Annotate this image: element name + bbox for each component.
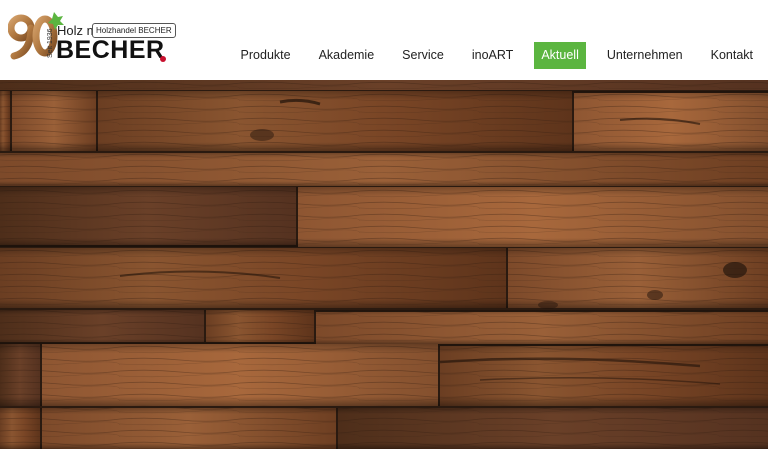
nav-item-unternehmen[interactable]: Unternehmen <box>600 42 690 69</box>
nav-item-inoart[interactable]: inoART <box>465 42 520 69</box>
logo-brand-name: BECHER <box>56 36 165 64</box>
page: Seit 1936 Holz m Holzhandel BECHER BECHE… <box>0 0 768 449</box>
nav-item-produkte[interactable]: Produkte <box>234 42 298 69</box>
nav-item-aktuell[interactable]: Aktuell <box>534 42 586 69</box>
nav-item-kontakt[interactable]: Kontakt <box>704 42 760 69</box>
nav-item-service[interactable]: Service <box>395 42 451 69</box>
main-navigation: Produkte Akademie Service inoART Aktuell… <box>220 42 760 69</box>
brand-logo[interactable]: Seit 1936 Holz m Holzhandel BECHER BECHE… <box>8 8 176 64</box>
logo-red-dot <box>160 56 166 62</box>
logo-since-text: Seit 1936 <box>47 28 54 58</box>
site-header: Seit 1936 Holz m Holzhandel BECHER BECHE… <box>0 0 768 80</box>
hero-wood-image <box>0 80 768 449</box>
nav-item-akademie[interactable]: Akademie <box>312 42 382 69</box>
wood-wall-graphic <box>0 80 768 449</box>
